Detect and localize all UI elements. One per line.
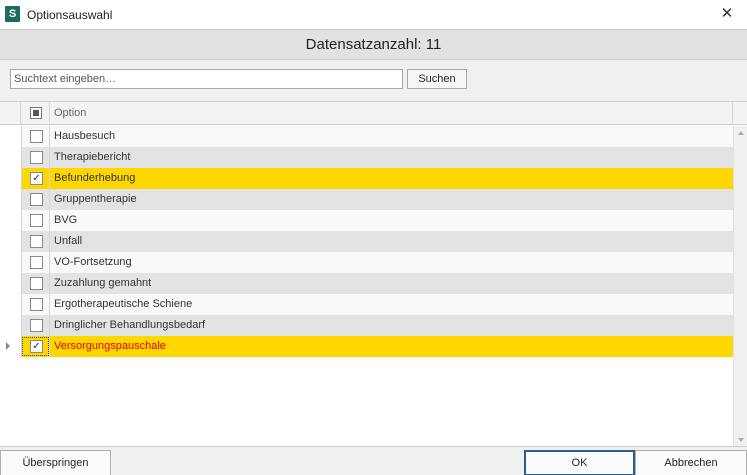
row-selector-header <box>0 102 21 125</box>
option-list: Hausbesuch Therapiebericht ✓ Befunderhebung… <box>0 126 733 357</box>
option-row[interactable]: Ergotherapeutische Schiene <box>0 294 733 315</box>
checkbox-cell: ✓ <box>21 336 50 357</box>
option-row[interactable]: Gruppentherapie <box>0 189 733 210</box>
option-checkbox[interactable] <box>30 214 43 227</box>
indeterminate-mark-icon <box>33 110 39 116</box>
option-label: Versorgungspauschale <box>54 340 166 352</box>
option-row[interactable]: Hausbesuch <box>0 126 733 147</box>
checkbox-cell <box>21 252 50 273</box>
option-label: BVG <box>54 214 78 226</box>
row-background <box>50 147 733 168</box>
scroll-down-icon[interactable] <box>738 438 744 442</box>
record-count-label: Datensatzanzahl: 11 <box>0 29 747 60</box>
select-all-cell <box>21 102 50 125</box>
option-checkbox[interactable] <box>30 298 43 311</box>
checkmark-icon: ✓ <box>32 341 41 352</box>
checkbox-cell <box>21 294 50 315</box>
option-checkbox[interactable] <box>30 235 43 248</box>
option-checkbox[interactable] <box>30 151 43 164</box>
checkbox-cell <box>21 126 50 147</box>
option-checkbox[interactable] <box>30 277 43 290</box>
scroll-up-icon[interactable] <box>738 131 744 135</box>
option-label: Ergotherapeutische Schiene <box>54 298 193 310</box>
checkbox-cell: ✓ <box>21 168 50 189</box>
option-column-header[interactable]: Option <box>54 107 86 119</box>
option-label: Hausbesuch <box>54 130 116 142</box>
option-label: Befunderhebung <box>54 172 136 184</box>
checkbox-cell <box>21 147 50 168</box>
checkbox-cell <box>21 189 50 210</box>
checkmark-icon: ✓ <box>32 173 41 184</box>
option-checkbox[interactable]: ✓ <box>30 172 43 185</box>
option-row[interactable]: Therapiebericht <box>0 147 733 168</box>
option-label: Dringlicher Behandlungsbedarf <box>54 319 206 331</box>
search-button[interactable]: Suchen <box>407 69 467 89</box>
option-row[interactable]: ✓ Befunderhebung <box>0 168 733 189</box>
option-row[interactable]: Unfall <box>0 231 733 252</box>
option-checkbox[interactable] <box>30 130 43 143</box>
option-label: VO-Fortsetzung <box>54 256 132 268</box>
ok-button[interactable]: OK <box>524 450 635 475</box>
option-row[interactable]: Dringlicher Behandlungsbedarf <box>0 315 733 336</box>
header-divider <box>732 102 733 125</box>
close-button[interactable]: ✕ <box>707 0 747 29</box>
row-background <box>50 189 733 210</box>
row-background <box>50 168 733 189</box>
search-input[interactable] <box>10 69 403 89</box>
vertical-scrollbar[interactable] <box>733 126 747 447</box>
checkbox-cell <box>21 315 50 336</box>
option-label: Unfall <box>54 235 83 247</box>
options-grid: Option Hausbesuch Therapiebericht ✓ Befunde… <box>0 101 747 447</box>
select-all-checkbox[interactable] <box>30 107 42 119</box>
skip-button[interactable]: Überspringen <box>0 450 111 475</box>
row-background <box>50 126 733 147</box>
current-row-pointer-icon <box>6 342 10 350</box>
option-row[interactable]: Zuzahlung gemahnt <box>0 273 733 294</box>
checkbox-cell <box>21 273 50 294</box>
row-background <box>50 252 733 273</box>
row-background <box>50 210 733 231</box>
option-checkbox[interactable] <box>30 319 43 332</box>
checkbox-cell <box>21 231 50 252</box>
option-label: Gruppentherapie <box>54 193 137 205</box>
footer-bar: Überspringen OK Abbrechen <box>0 446 747 475</box>
option-checkbox[interactable] <box>30 256 43 269</box>
title-bar: S Optionsauswahl ✕ <box>0 0 747 29</box>
window-title: Optionsauswahl <box>27 8 113 22</box>
row-background <box>50 273 733 294</box>
option-checkbox[interactable]: ✓ <box>30 340 43 353</box>
checkbox-cell <box>21 210 50 231</box>
option-row[interactable]: BVG <box>0 210 733 231</box>
option-label: Zuzahlung gemahnt <box>54 277 152 289</box>
option-checkbox[interactable] <box>30 193 43 206</box>
option-row[interactable]: ✓ Versorgungspauschale <box>0 336 733 357</box>
cancel-button[interactable]: Abbrechen <box>635 450 747 475</box>
app-icon: S <box>5 6 20 22</box>
option-label: Therapiebericht <box>54 151 131 163</box>
option-row[interactable]: VO-Fortsetzung <box>0 252 733 273</box>
grid-header: Option <box>0 102 747 125</box>
row-background <box>50 231 733 252</box>
